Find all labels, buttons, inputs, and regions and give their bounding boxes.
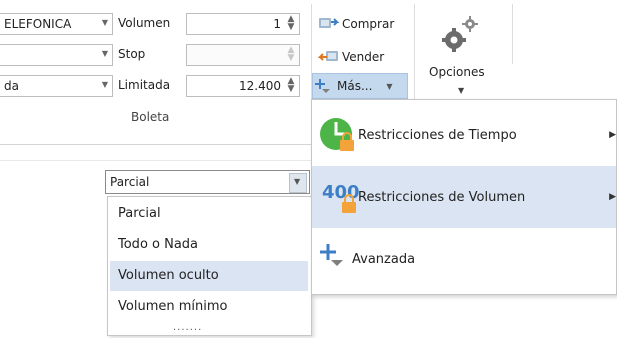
menu-item-label: Restricciones de Volumen [358, 190, 526, 205]
chevron-down-icon[interactable]: ▼ [102, 18, 108, 27]
limitada-label: Limitada [118, 78, 171, 92]
plus-arrow-icon [313, 77, 335, 95]
menu-item-label: Restricciones de Tiempo [358, 128, 517, 143]
chevron-down-icon: ▼ [294, 177, 301, 186]
plus-arrow-icon [318, 242, 348, 277]
option-label: Todo o Nada [118, 237, 199, 252]
order-type-combo[interactable]: da ▼ [0, 75, 113, 97]
vender-button[interactable]: Vender [317, 46, 385, 68]
buy-icon [318, 15, 340, 33]
option-label: Parcial [118, 206, 161, 221]
spinner-arrows-icon[interactable]: ▲ ▼ [287, 77, 295, 94]
side-combo[interactable]: ▼ [0, 44, 113, 66]
dropdown-list: Parcial Todo o Nada Volumen oculto Volum… [107, 196, 312, 336]
spinner-arrows-icon[interactable]: ▲ ▼ [287, 15, 295, 32]
grid-line [0, 160, 311, 161]
option-label: Volumen oculto [118, 268, 219, 283]
order-type-value: da [4, 79, 19, 93]
sell-icon [317, 48, 340, 66]
list-item[interactable]: Todo o Nada [110, 230, 308, 260]
dropdown-button[interactable]: ▼ [289, 173, 307, 193]
stop-label: Stop [118, 47, 146, 61]
chevron-down-icon: ▼ [458, 86, 465, 95]
mas-button[interactable]: Más... ▼ [312, 73, 408, 99]
list-item[interactable]: Parcial [110, 199, 308, 229]
mas-label: Más... [337, 79, 373, 93]
spinner-arrows-icon[interactable]: ▲ ▼ [287, 46, 295, 63]
opciones-label: Opciones [429, 65, 485, 79]
chevron-right-icon: ▶ [609, 192, 616, 202]
group-separator [512, 4, 513, 64]
volumen-value: 1 [273, 17, 281, 31]
option-label: Volumen mínimo [118, 299, 228, 314]
gear-icon [440, 14, 480, 59]
menu-item-restricciones-tiempo[interactable]: Restricciones de Tiempo ▶ [312, 104, 616, 162]
volumen-label: Volumen [118, 16, 171, 30]
chevron-down-icon[interactable]: ▼ [102, 80, 108, 89]
menu-item-label: Avanzada [352, 252, 416, 267]
group-name-boleta: Boleta [131, 110, 170, 124]
chevron-down-icon[interactable]: ▼ [102, 49, 108, 58]
chevron-down-icon: ▼ [386, 81, 393, 91]
list-item[interactable]: Volumen mínimo [110, 292, 308, 322]
mas-menu: Restricciones de Tiempo ▶ 400 Restriccio… [311, 99, 617, 295]
comprar-label: Comprar [342, 17, 395, 31]
opciones-button[interactable]: Opciones ▼ [422, 10, 504, 106]
menu-item-restricciones-volumen[interactable]: 400 Restricciones de Volumen ▶ [312, 166, 616, 228]
vender-label: Vender [342, 50, 385, 64]
order-condition-select[interactable]: Parcial ▼ [105, 170, 310, 194]
menu-item-avanzada[interactable]: Avanzada [312, 232, 616, 286]
chevron-right-icon: ▶ [609, 130, 616, 140]
volumen-spinner[interactable]: 1 ▲ ▼ [186, 13, 300, 35]
list-item[interactable]: Volumen oculto [110, 261, 308, 291]
limitada-spinner[interactable]: 12.400 ▲ ▼ [186, 75, 300, 97]
instrument-combo[interactable]: ELEFONICA ▼ [0, 13, 113, 35]
limitada-value: 12.400 [239, 79, 281, 93]
instrument-value: ELEFONICA [4, 17, 72, 31]
selected-value: Parcial [110, 175, 150, 189]
stop-spinner[interactable]: ▲ ▼ [186, 44, 300, 66]
resize-grip[interactable]: ....... [173, 322, 202, 333]
comprar-button[interactable]: Comprar [318, 13, 394, 35]
